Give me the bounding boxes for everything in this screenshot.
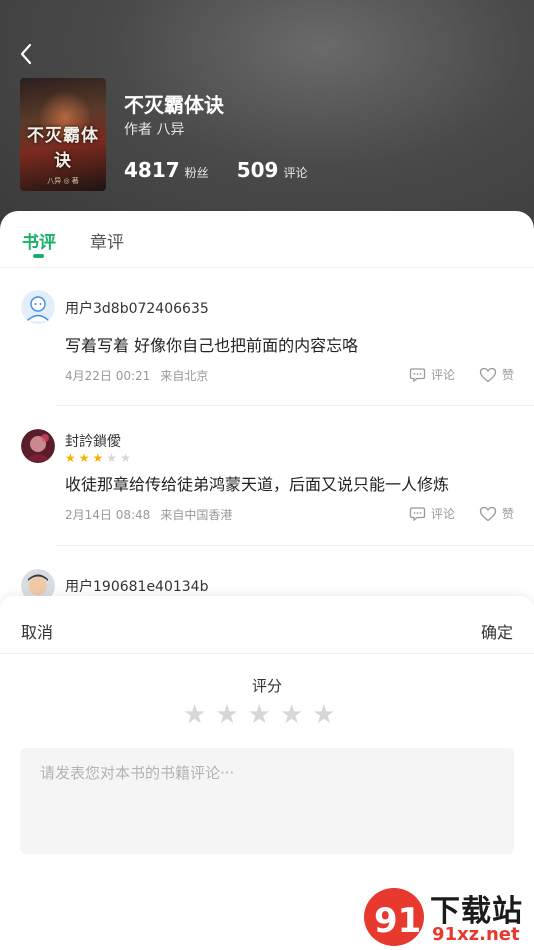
avatar[interactable] (21, 429, 55, 463)
book-cover[interactable]: 不灭霸体诀 八异 ◎ 著 (20, 78, 106, 191)
review-location: 来自中国香港 (160, 508, 233, 522)
avatar[interactable] (21, 290, 55, 324)
review-content: 写着写着 好像你自己也把前面的内容忘咯 (65, 336, 359, 355)
star-icon[interactable]: ★ (312, 702, 335, 728)
review-username[interactable]: 封訡鎖僾 (65, 431, 121, 451)
like-button[interactable]: 赞 (479, 505, 514, 522)
review-username[interactable]: 用户190681e40134b (65, 576, 208, 596)
star-filled-icon: ★ (78, 451, 90, 465)
comment-button[interactable]: 评论 (409, 505, 455, 522)
star-empty-icon: ★ (106, 451, 118, 465)
heart-icon (479, 506, 497, 521)
user-photo-avatar (21, 429, 55, 463)
tab-book-reviews[interactable]: 书评 (22, 228, 56, 253)
book-header: 不灭霸体诀 八异 ◎ 著 不灭霸体诀 作者 八异 4817 粉丝 509 评论 (0, 0, 534, 235)
comment-label: 评论 (431, 368, 456, 382)
book-title: 不灭霸体诀 (124, 93, 224, 117)
review-content: 收徒那章给传给徒弟鸿蒙天道，后面又说只能一人修炼 (65, 475, 450, 494)
star-icon[interactable]: ★ (183, 702, 206, 728)
comment-button[interactable]: 评论 (409, 366, 455, 383)
tab-bar: 书评 章评 (0, 211, 534, 268)
review-item: 封訡鎖僾 ★ ★ ★ ★ ★ 收徒那章给传给徒弟鸿蒙天道，后面又说只能一人修炼 … (0, 406, 534, 546)
star-filled-icon: ★ (92, 451, 104, 465)
rating-stars[interactable]: ★ ★ ★ ★ ★ (183, 702, 336, 728)
comments-count: 509 (236, 158, 279, 182)
svg-text:91: 91 (374, 901, 421, 941)
watermark-emblem: 91 (364, 888, 424, 946)
back-button[interactable] (14, 40, 38, 68)
default-avatar-icon (21, 290, 55, 324)
comments-label: 评论 (283, 166, 308, 180)
like-label: 赞 (502, 368, 515, 382)
cover-title: 不灭霸体诀 (27, 126, 99, 171)
book-stats: 4817 粉丝 509 评论 (124, 158, 307, 182)
star-empty-icon: ★ (120, 451, 131, 465)
comment-label: 评论 (431, 507, 456, 521)
chevron-left-icon (20, 43, 32, 65)
star-icon[interactable]: ★ (248, 702, 271, 728)
comment-icon (409, 506, 426, 521)
review-rating: ★ ★ ★ ★ ★ (65, 452, 131, 464)
like-label: 赞 (502, 507, 515, 521)
star-filled-icon: ★ (65, 451, 76, 465)
rating-label: 评分 (251, 677, 282, 695)
review-location: 来自北京 (160, 369, 209, 383)
fans-label: 粉丝 (184, 166, 209, 180)
book-author: 作者 八异 (124, 122, 185, 138)
confirm-button[interactable]: 确定 (481, 619, 513, 643)
star-icon[interactable]: ★ (215, 702, 238, 728)
tab-chapter-reviews[interactable]: 章评 (90, 228, 124, 253)
review-textarea[interactable] (20, 748, 514, 854)
cover-author: 八异 ◎ 著 (47, 177, 79, 185)
review-username[interactable]: 用户3d8b072406635 (65, 298, 209, 318)
review-date: 4月22日 00:21 (65, 369, 151, 383)
heart-icon (479, 367, 497, 382)
cancel-button[interactable]: 取消 (21, 619, 53, 643)
fans-count: 4817 (124, 158, 180, 182)
tab-indicator (33, 254, 44, 258)
comment-icon (409, 367, 426, 382)
review-meta: 4月22日 00:21 来自北京 (65, 367, 208, 384)
review-meta: 2月14日 08:48 来自中国香港 (65, 506, 232, 523)
review-item: 用户3d8b072406635 写着写着 好像你自己也把前面的内容忘咯 4月22… (0, 268, 534, 406)
review-date: 2月14日 08:48 (65, 508, 151, 522)
divider (0, 653, 534, 654)
star-icon[interactable]: ★ (280, 702, 303, 728)
site-watermark-logo: 91 下载站 91xz.net (362, 884, 532, 948)
like-button[interactable]: 赞 (479, 366, 514, 383)
watermark-url: 91xz.net (432, 924, 520, 945)
